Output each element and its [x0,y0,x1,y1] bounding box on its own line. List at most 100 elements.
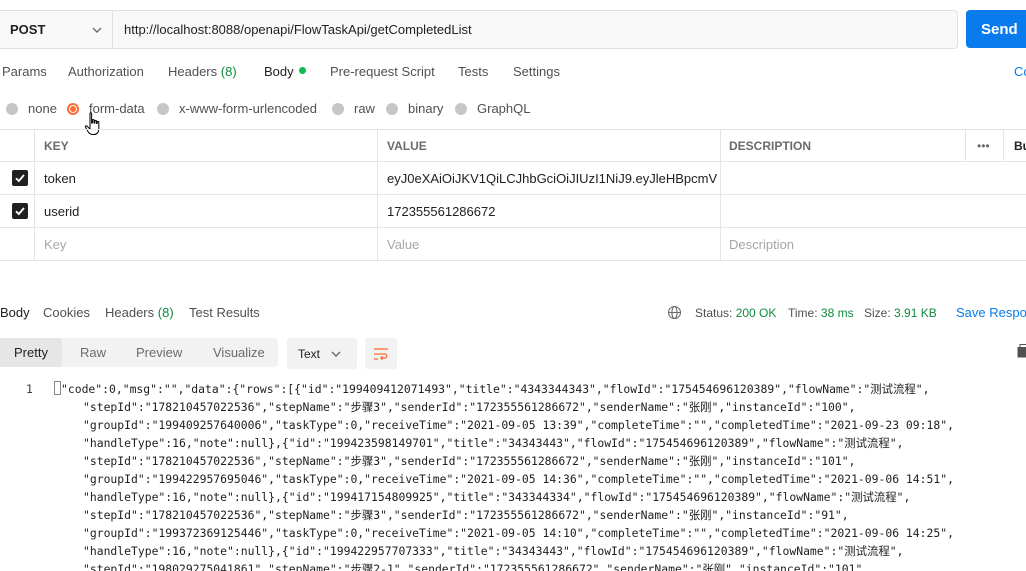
active-dot-icon [298,67,306,74]
status-value: 200 OK [735,306,777,320]
response-tab-body[interactable]: Body [0,305,30,320]
column-description: DESCRIPTION [729,138,812,153]
format-label: Text [298,346,321,361]
param-value[interactable]: 172355561286672 [387,195,495,227]
radio-icon [157,102,169,115]
size-label: Size: [864,306,891,320]
response-tab-headers-label: Headers [105,305,155,320]
method-select[interactable]: POST [0,11,113,48]
code-line: "handleType":16,"note":null},{"id":"1994… [83,490,911,504]
checkbox-checked-icon [12,170,28,186]
radio-urlencoded-label: x-www-form-urlencoded [179,101,317,116]
response-tab-headers[interactable]: Headers (8) [105,305,174,320]
wrap-lines-icon [374,347,388,360]
column-value: VALUE [387,138,427,153]
radio-icon [6,102,18,115]
tab-headers[interactable]: Headers (8) [168,64,237,79]
view-pretty[interactable]: Pretty [0,338,62,367]
table-row-new: Key Value Description [0,228,1026,261]
cookies-link[interactable]: Co [1014,64,1026,79]
code-line: "groupId":"199409257640006","taskType":0… [83,418,954,432]
code-line: "handleType":16,"note":null},{"id":"1994… [83,436,904,450]
response-tab-test-results[interactable]: Test Results [189,305,260,320]
code-line: "stepId":"178210457022536","stepName":"步… [83,400,856,414]
code-line: "stepId":"198029275041861","stepName":"步… [83,562,870,571]
radio-urlencoded[interactable]: x-www-form-urlencoded [157,101,317,116]
radio-raw[interactable]: raw [332,101,375,116]
radio-raw-label: raw [354,101,375,116]
wrap-lines-button[interactable] [365,338,397,369]
tab-tests[interactable]: Tests [458,64,488,79]
tab-headers-label: Headers [168,64,218,79]
view-visualize[interactable]: Visualize [213,338,265,367]
code-line: "code":0,"msg":"","data":{"rows":[{"id":… [54,380,930,398]
param-key[interactable]: userid [44,195,79,227]
code-line: "stepId":"178210457022536","stepName":"步… [83,454,856,468]
size-value: 3.91 KB [894,306,937,320]
format-select[interactable]: Text [287,338,357,369]
view-raw[interactable]: Raw [80,338,106,367]
response-body-code[interactable]: 1 "code":0,"msg":"","data":{"rows":[{"id… [0,380,1026,571]
param-key[interactable]: token [44,162,76,194]
time-info: Time: 38 ms [788,306,854,320]
tab-prerequest-script[interactable]: Pre-request Script [330,64,435,79]
row-checkbox[interactable] [12,195,28,227]
send-button[interactable]: Send [966,10,1026,48]
tab-body[interactable]: Body [264,64,306,79]
size-info: Size: 3.91 KB [864,306,937,320]
table-header-row: KEY VALUE DESCRIPTION ••• Bu [0,129,1026,162]
save-response-button[interactable]: Save Respo [956,305,1026,320]
text-caret [54,381,61,395]
url-input[interactable]: http://localhost:8088/openapi/FlowTaskAp… [113,11,957,48]
new-key-input[interactable]: Key [44,228,66,260]
method-label: POST [10,22,46,37]
code-line-text: "code":0,"msg":"","data":{"rows":[{"id":… [61,382,930,396]
radio-form-data[interactable]: form-data [67,101,145,116]
row-checkbox[interactable] [12,162,28,194]
radio-icon [332,102,344,115]
tab-authorization[interactable]: Authorization [68,64,144,79]
new-description-input[interactable]: Description [729,228,794,260]
tab-body-label: Body [264,64,294,79]
request-tabs: Params Authorization Headers (8) Body Pr… [0,64,1026,84]
column-key: KEY [44,138,69,153]
tab-settings[interactable]: Settings [513,64,560,79]
code-line: "groupId":"199372369125446","taskType":0… [83,526,954,540]
chevron-down-icon [92,27,102,33]
code-line: "handleType":16,"note":null},{"id":"1994… [83,544,904,558]
radio-none-label: none [28,101,57,116]
param-value[interactable]: eyJ0eXAiOiJKV1QiLCJhbGciOiJIUzI1NiJ9.eyJ… [387,162,717,194]
response-tab-cookies[interactable]: Cookies [43,305,90,320]
view-preview[interactable]: Preview [136,338,182,367]
params-table: KEY VALUE DESCRIPTION ••• Bu token eyJ0e… [0,129,1026,261]
radio-selected-icon [67,102,79,115]
code-line: "groupId":"199422957695046","taskType":0… [83,472,954,486]
request-bar: POST http://localhost:8088/openapi/FlowT… [0,10,958,49]
radio-graphql-label: GraphQL [477,101,531,116]
table-row: userid 172355561286672 [0,195,1026,228]
view-mode-bar: Pretty Raw Preview Visualize [0,338,278,367]
radio-binary-label: binary [408,101,444,116]
radio-binary[interactable]: binary [386,101,443,116]
checkbox-checked-icon [12,203,28,219]
radio-icon [455,102,467,115]
more-options-icon[interactable]: ••• [977,130,990,161]
radio-none[interactable]: none [6,101,57,116]
radio-graphql[interactable]: GraphQL [455,101,530,116]
time-label: Time: [788,306,818,320]
bulk-edit-link[interactable]: Bu [1014,130,1026,161]
response-tab-headers-count: (8) [157,305,174,320]
radio-icon [386,102,398,115]
status-info: Status: 200 OK [695,306,776,320]
globe-icon[interactable] [667,305,682,320]
code-line: "stepId":"178210457022536","stepName":"步… [83,508,849,522]
tab-headers-count: (8) [220,64,237,79]
chevron-down-icon [331,351,341,357]
tab-params[interactable]: Params [2,64,47,79]
new-value-input[interactable]: Value [387,228,419,260]
body-type-options: none form-data x-www-form-urlencoded raw… [0,101,1026,117]
copy-icon[interactable] [1017,344,1026,358]
line-number: 1 [26,382,33,396]
status-label: Status: [695,306,733,320]
time-value: 38 ms [820,306,854,320]
